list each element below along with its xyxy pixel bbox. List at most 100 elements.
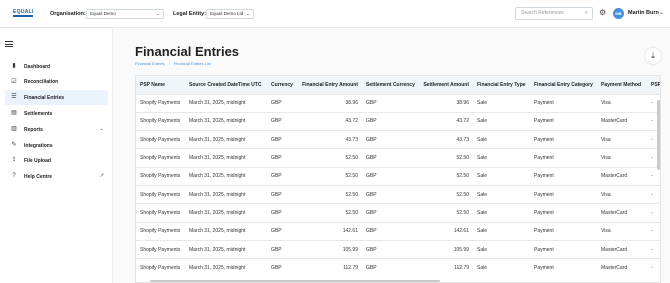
table-cell: March 31, 2025, midnight — [185, 166, 267, 186]
column-header[interactable]: Payment Method — [597, 76, 647, 94]
download-button[interactable]: ⤓ — [645, 48, 661, 64]
column-header[interactable]: Financial Entry Type — [473, 76, 530, 94]
breadcrumb: Financial Entries › Financial Entries List — [135, 61, 211, 66]
table-cell: Visa — [597, 184, 647, 204]
table-cell: Visa — [597, 93, 647, 113]
legal-entity-select[interactable]: Equali Demo Ltd ⌄ — [206, 9, 254, 19]
sidebar-item-file-upload[interactable]: ⇪ File Upload — [5, 153, 108, 168]
upload-icon: ⇪ — [11, 157, 17, 163]
table-cell: 52.50 — [419, 184, 473, 204]
sidebar-item-settlements[interactable]: ▤ Settlements — [5, 106, 108, 121]
sidebar-item-help-centre[interactable]: ? Help Centre ↗ — [5, 169, 108, 184]
table-cell: - — [647, 221, 660, 241]
column-header[interactable]: Source Created DateTime UTC — [185, 76, 267, 94]
table-cell: Sale — [473, 258, 530, 277]
table-cell: GBP — [267, 166, 298, 186]
table-cell: MasterCard — [597, 239, 647, 259]
table-cell: Shopify Payments — [136, 239, 185, 259]
table-cell: 112.79 — [419, 258, 473, 277]
search-placeholder: Search References — [521, 10, 564, 16]
search-input[interactable]: Search References ⌕ — [515, 7, 593, 20]
table-row[interactable]: Shopify Payments March 31, 2025, midnight… — [136, 130, 660, 149]
hamburger-menu-icon[interactable] — [5, 41, 13, 47]
table-cell: GBP — [362, 111, 419, 131]
download-icon: ⤓ — [651, 51, 655, 60]
column-header[interactable]: Financial Entry Amount — [298, 76, 362, 94]
table-cell: 52.50 — [419, 148, 473, 168]
table-cell: GBP — [362, 203, 419, 223]
sidebar-item-integrations[interactable]: ✎ Integrations — [5, 138, 108, 153]
sidebar-item-reports[interactable]: ▥ Reports ⌄ — [5, 122, 108, 137]
table-row[interactable]: Shopify Payments March 31, 2025, midnight… — [136, 166, 660, 186]
table-cell: GBP — [362, 166, 419, 186]
column-header[interactable]: Financial Entry Category — [530, 76, 597, 94]
table-cell: GBP — [362, 221, 419, 241]
sidebar-item-label: Reconciliation — [24, 79, 59, 85]
legal-entity-label: Legal Entity: — [173, 11, 207, 17]
table-cell: - — [647, 203, 660, 223]
column-header[interactable]: Settlement Amount — [419, 76, 473, 94]
table-cell: 105.99 — [419, 239, 473, 259]
table-cell: March 31, 2025, midnight — [185, 221, 267, 241]
column-header[interactable]: Currency — [267, 76, 298, 94]
sidebar-item-label: Financial Entries — [24, 94, 65, 101]
table-cell: Shopify Payments — [136, 130, 185, 149]
chevron-down-icon[interactable]: ⌄ — [659, 9, 664, 16]
table-row[interactable]: Shopify Payments March 31, 2025, midnight… — [136, 111, 660, 131]
column-header[interactable]: PSP — [647, 76, 660, 94]
table-cell: GBP — [267, 239, 298, 259]
check-square-icon: ☑ — [11, 78, 17, 85]
sidebar-item-label: Integrations — [24, 142, 53, 149]
table-cell: Payment — [530, 239, 597, 259]
sidebar-item-reconciliation[interactable]: ☑ Reconciliation — [5, 75, 108, 90]
table-cell: 52.50 — [419, 166, 473, 186]
table-row[interactable]: Shopify Payments March 31, 2025, midnight… — [136, 258, 660, 277]
table-row[interactable]: Shopify Payments March 31, 2025, midnight… — [136, 239, 660, 259]
table-cell: 38.96 — [298, 93, 362, 113]
table-cell: March 31, 2025, midnight — [185, 184, 267, 204]
table-cell: 43.73 — [298, 130, 362, 149]
table-cell: 52.50 — [419, 203, 473, 223]
breadcrumb-separator: › — [168, 61, 170, 66]
table-cell: 43.72 — [419, 111, 473, 131]
table-cell: GBP — [267, 221, 298, 241]
table-cell: Shopify Payments — [136, 221, 185, 241]
breadcrumb-item[interactable]: Financial Entries — [135, 61, 165, 66]
sidebar-item-financial-entries[interactable]: ☰ Financial Entries — [5, 90, 108, 105]
avatar[interactable]: MB — [613, 8, 624, 19]
gear-icon[interactable]: ⚙ — [599, 9, 606, 17]
sidebar-item-dashboard[interactable]: ▮ Dashboard — [5, 59, 108, 74]
horizontal-scrollbar[interactable] — [150, 280, 440, 282]
chart-icon: ▥ — [11, 126, 17, 132]
organisation-select[interactable]: Equali Demo ⌄ — [86, 9, 164, 19]
column-header[interactable]: Settlement Currency — [362, 76, 419, 94]
user-name[interactable]: Martin Burn — [628, 10, 659, 16]
table-header-row: PSP Name Source Created DateTime UTC Curre… — [136, 76, 660, 94]
table-cell: Payment — [530, 166, 597, 186]
entries-table: PSP Name Source Created DateTime UTC Curre… — [136, 76, 660, 277]
table-cell: March 31, 2025, midnight — [185, 93, 267, 113]
chevron-down-icon: ⌄ — [245, 11, 250, 17]
table-cell: 52.50 — [298, 166, 362, 186]
table-cell: GBP — [267, 111, 298, 131]
table-row[interactable]: Shopify Payments March 31, 2025, midnight… — [136, 148, 660, 168]
external-link-icon: ↗ — [99, 172, 104, 179]
table-row[interactable]: Shopify Payments March 31, 2025, midnight… — [136, 184, 660, 204]
breadcrumb-item[interactable]: Financial Entries List — [174, 61, 211, 66]
table-cell: March 31, 2025, midnight — [185, 258, 267, 277]
bar-chart-icon: ▮ — [12, 63, 16, 69]
table-row[interactable]: Shopify Payments March 31, 2025, midnight… — [136, 93, 660, 113]
table-cell: - — [647, 258, 660, 277]
vertical-scrollbar[interactable] — [657, 100, 660, 170]
table-cell: Shopify Payments — [136, 111, 185, 131]
table-cell: Shopify Payments — [136, 203, 185, 223]
table-row[interactable]: Shopify Payments March 31, 2025, midnight… — [136, 203, 660, 223]
financial-entries-table: PSP Name Source Created DateTime UTC Curre… — [135, 75, 661, 283]
table-cell: GBP — [362, 93, 419, 113]
equali-logo[interactable]: EQUALI — [13, 9, 33, 20]
page-title: Financial Entries — [135, 44, 240, 59]
sidebar-item-label: Settlements — [24, 110, 53, 117]
sidebar-item-label: File Upload — [24, 157, 51, 164]
table-row[interactable]: Shopify Payments March 31, 2025, midnight… — [136, 221, 660, 241]
column-header[interactable]: PSP Name — [136, 76, 185, 94]
